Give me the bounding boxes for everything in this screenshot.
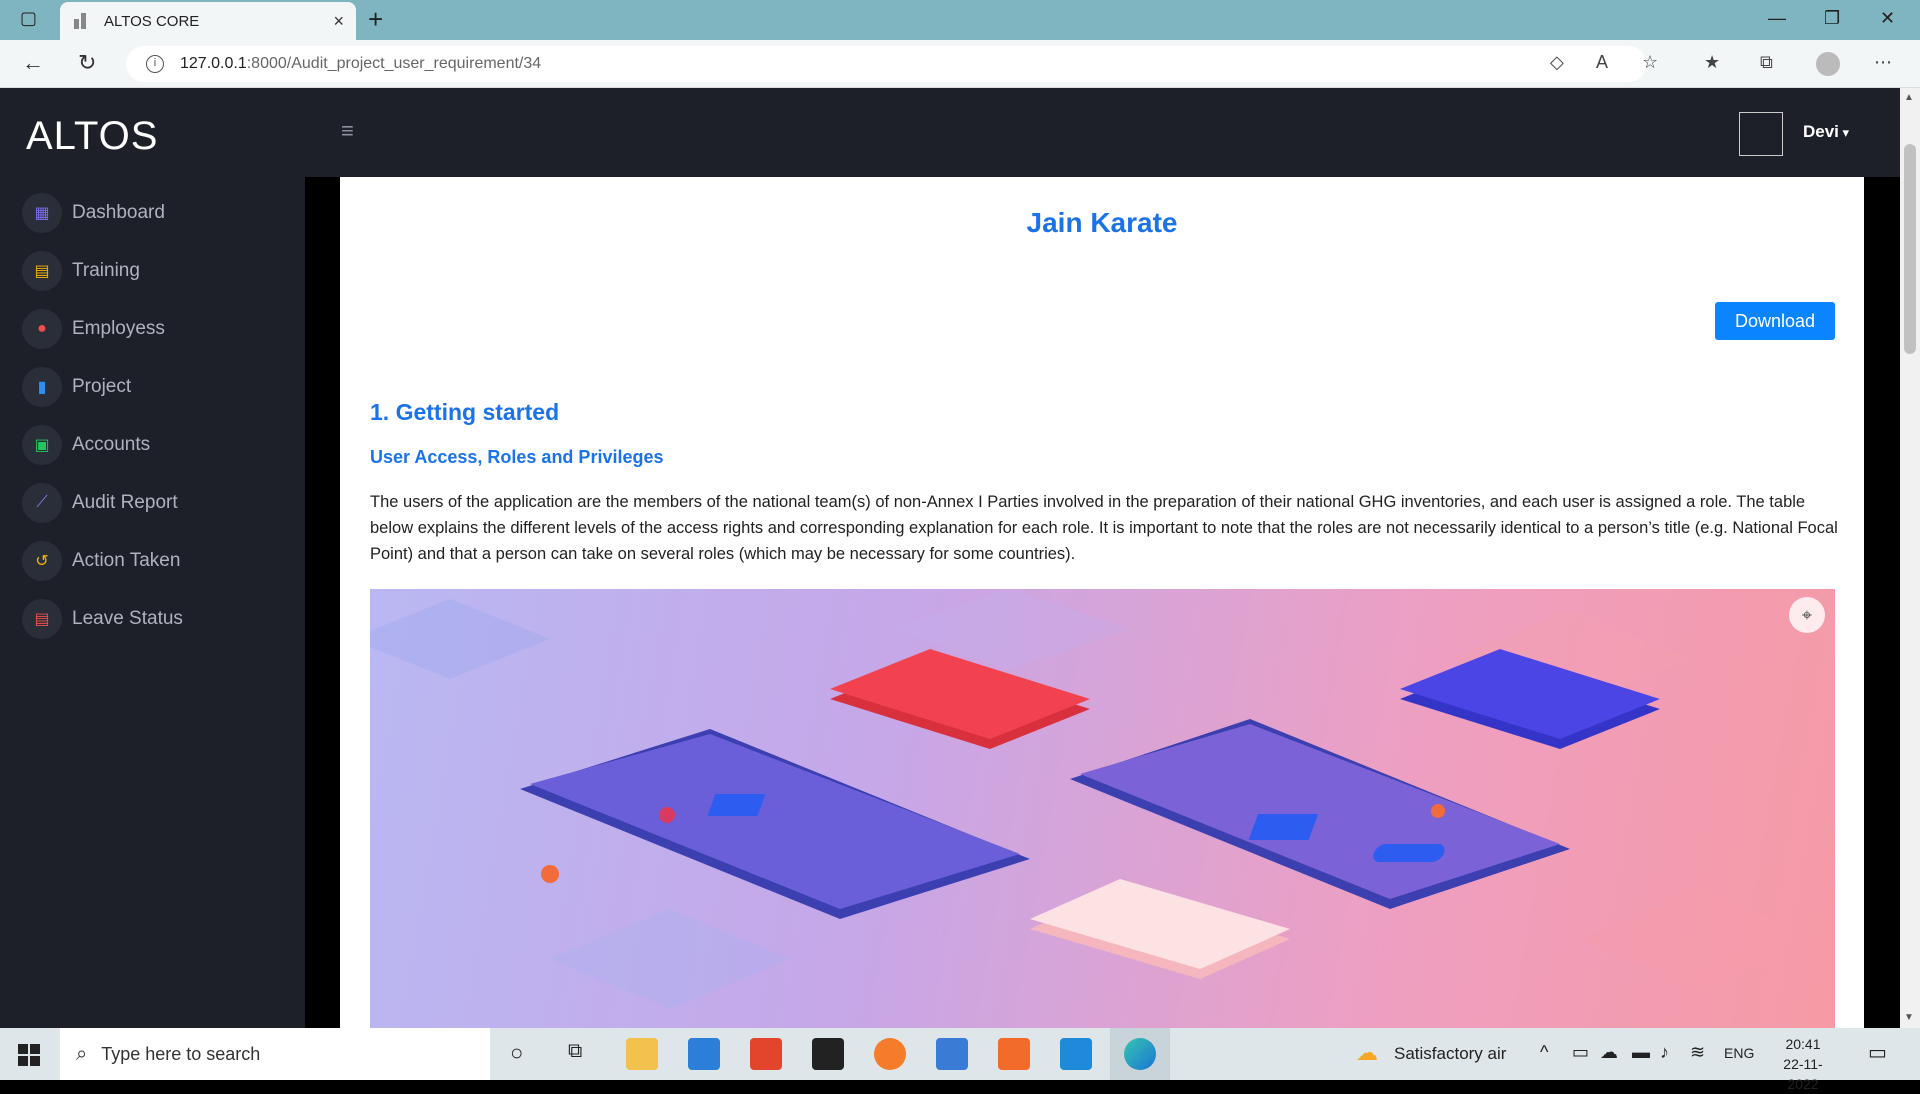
sidebar-item-label: Dashboard: [72, 202, 165, 223]
firefox-icon[interactable]: [874, 1038, 906, 1070]
scroll-down-icon[interactable]: ▼: [1904, 1012, 1914, 1023]
sidebar-item-dashboard[interactable]: ▦ Dashboard: [22, 184, 183, 242]
more-options-icon[interactable]: ⋯: [1874, 52, 1892, 73]
sidebar-item-audit-report[interactable]: ⟋ Audit Report: [22, 474, 183, 532]
mobile-app-illustration: [370, 589, 1820, 1009]
undo-icon: ↺: [22, 541, 62, 581]
browser-titlebar: ▢ ALTOS CORE × + — ❐ ✕: [0, 0, 1920, 40]
windows-start-icon[interactable]: [18, 1044, 40, 1066]
new-tab-button[interactable]: +: [368, 4, 383, 35]
user-avatar[interactable]: [1739, 112, 1783, 156]
taskbar-search-box[interactable]: ⌕ Type here to search: [60, 1028, 490, 1080]
edge-icon: [1124, 1038, 1156, 1070]
line-chart-icon: ⟋: [22, 483, 62, 523]
site-info-icon[interactable]: i: [146, 55, 164, 73]
onedrive-icon[interactable]: ☁: [1600, 1042, 1618, 1063]
refresh-icon[interactable]: ↻: [78, 50, 96, 76]
sidebar-menu: ▦ Dashboard ▤ Training ● Employess ▮ Pro…: [22, 184, 183, 648]
tab-close-icon[interactable]: ×: [333, 11, 344, 32]
profile-icon[interactable]: [1816, 52, 1840, 76]
document-icon: ▤: [22, 599, 62, 639]
sidebar-item-action-taken[interactable]: ↺ Action Taken: [22, 532, 183, 590]
file-explorer-icon[interactable]: [626, 1038, 658, 1070]
section-heading: 1. Getting started: [370, 399, 560, 425]
scroll-up-icon[interactable]: ▲: [1904, 92, 1914, 103]
clock-date: 22-11-2022: [1783, 1056, 1823, 1092]
weather-status[interactable]: Satisfactory air: [1394, 1044, 1506, 1064]
visual-search-icon[interactable]: ⌖: [1789, 597, 1825, 633]
edge-app-active[interactable]: [1110, 1028, 1170, 1080]
weather-icon[interactable]: ☁: [1356, 1040, 1378, 1066]
meet-icon[interactable]: ▭: [1572, 1042, 1589, 1063]
scrollbar-thumb[interactable]: [1904, 144, 1916, 354]
id-card-icon: ▤: [22, 251, 62, 291]
sidebar-item-label: Audit Report: [72, 492, 178, 513]
xampp-icon[interactable]: [998, 1038, 1030, 1070]
clock[interactable]: 20:41 22-11-2022: [1768, 1034, 1838, 1094]
notifications-icon[interactable]: ▭: [1868, 1040, 1887, 1065]
cortana-icon[interactable]: ○: [510, 1040, 523, 1066]
sidebar-item-accounts[interactable]: ▣ Accounts: [22, 416, 183, 474]
search-placeholder: Type here to search: [101, 1043, 261, 1064]
sidebar-item-label: Training: [72, 260, 140, 281]
user-menu-dropdown[interactable]: Devi: [1803, 122, 1849, 142]
remote-desktop-icon[interactable]: [936, 1038, 968, 1070]
language-indicator[interactable]: ENG: [1724, 1045, 1754, 1061]
users-icon: ●: [22, 309, 62, 349]
brand-logo[interactable]: ALTOS: [26, 114, 158, 159]
show-hidden-icons-icon[interactable]: ^: [1540, 1042, 1548, 1063]
volume-icon[interactable]: ♪: [1660, 1042, 1669, 1063]
terminal-icon[interactable]: [812, 1038, 844, 1070]
illustration-image: ⌖: [370, 589, 1835, 1028]
windows-taskbar: ⌕ Type here to search ○ ⧉ ☁ Satisfactory…: [0, 1028, 1920, 1092]
sidebar: ALTOS ▦ Dashboard ▤ Training ● Employess…: [0, 88, 305, 1028]
intro-paragraph: The users of the application are the mem…: [370, 493, 1838, 563]
sidebar-item-training[interactable]: ▤ Training: [22, 242, 183, 300]
tag-icon[interactable]: ◇: [1550, 52, 1564, 73]
window-close-icon[interactable]: ✕: [1880, 8, 1895, 29]
office-icon[interactable]: [750, 1038, 782, 1070]
tab-title: ALTOS CORE: [104, 12, 200, 30]
calculator-icon: ▣: [22, 425, 62, 465]
tab-actions-icon[interactable]: ▢: [20, 8, 37, 29]
project-card: Jain Karate Download 1. Getting started …: [340, 177, 1864, 1028]
sidebar-item-label: Employess: [72, 318, 165, 339]
book-icon: ▮: [22, 367, 62, 407]
sidebar-item-project[interactable]: ▮ Project: [22, 358, 183, 416]
grid-icon: ▦: [22, 193, 62, 233]
sub-heading: User Access, Roles and Privileges: [370, 447, 664, 467]
battery-icon[interactable]: ▬: [1632, 1042, 1650, 1063]
restore-icon[interactable]: ❐: [1824, 8, 1840, 29]
menu-toggle-icon[interactable]: ≡: [341, 118, 354, 144]
back-icon[interactable]: ←: [22, 50, 44, 76]
sidebar-item-label: Project: [72, 376, 132, 397]
search-icon: ⌕: [76, 1042, 88, 1065]
clock-time: 20:41: [1785, 1036, 1821, 1052]
download-button[interactable]: Download: [1715, 302, 1835, 340]
mail-icon[interactable]: [688, 1038, 720, 1070]
sidebar-item-leave-status[interactable]: ▤ Leave Status: [22, 590, 183, 648]
sidebar-item-label: Action Taken: [72, 550, 181, 571]
read-aloud-icon[interactable]: A: [1596, 52, 1608, 73]
address-bar[interactable]: i 127.0.0.1 :8000/Audit_project_user_req…: [126, 46, 1646, 82]
sidebar-item-employess[interactable]: ● Employess: [22, 300, 183, 358]
top-navbar: ≡ Devi: [305, 88, 1900, 177]
page-scrollbar[interactable]: ▲ ▼: [1900, 88, 1920, 1028]
minimize-icon[interactable]: —: [1768, 8, 1786, 29]
task-view-icon[interactable]: ⧉: [568, 1040, 582, 1063]
browser-toolbar: ← ↻ i 127.0.0.1 :8000/Audit_project_user…: [0, 40, 1920, 88]
sidebar-item-label: Leave Status: [72, 608, 183, 629]
url-host: 127.0.0.1: [180, 55, 247, 72]
favorites-icon[interactable]: ★: [1704, 52, 1720, 73]
page-title: Jain Karate: [1026, 207, 1178, 238]
url-path: :8000/Audit_project_user_requirement/34: [246, 55, 542, 72]
sidebar-item-label: Accounts: [72, 434, 151, 455]
favicon-icon: [72, 11, 92, 31]
wifi-icon[interactable]: ≋: [1690, 1042, 1705, 1063]
browser-tab[interactable]: ALTOS CORE ×: [60, 2, 356, 40]
collections-icon[interactable]: ⧉: [1760, 52, 1773, 73]
add-favorite-icon[interactable]: ☆: [1642, 52, 1658, 73]
vscode-icon[interactable]: [1060, 1038, 1092, 1070]
